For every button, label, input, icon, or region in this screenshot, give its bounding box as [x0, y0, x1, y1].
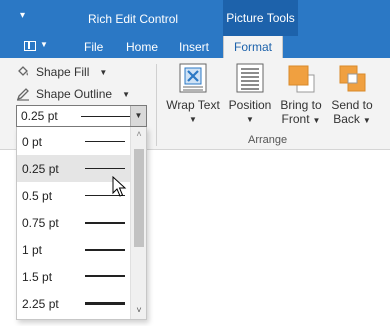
- tab-file[interactable]: File: [84, 36, 103, 58]
- pencil-icon: [16, 88, 29, 101]
- wrap-text-label: Wrap Text: [166, 98, 220, 112]
- wrap-text-button[interactable]: Wrap Text ▼: [166, 62, 220, 127]
- title-bar: ▾ Rich Edit Control Picture Tools: [0, 0, 390, 36]
- chevron-down-icon: ▼: [362, 116, 371, 125]
- chevron-down-icon: ▼: [40, 40, 48, 49]
- outline-weight-option-label: 0.5 pt: [22, 189, 53, 203]
- send-to-back-label-line1: Send to: [331, 98, 373, 112]
- arrange-group-label: Arrange: [248, 134, 288, 146]
- send-to-back-label-line2: Back: [333, 112, 360, 126]
- outline-weight-option-label: 0.75 pt: [22, 216, 59, 230]
- bring-to-front-label-line1: Bring to: [280, 98, 322, 112]
- outline-weight-option-line: [85, 222, 125, 224]
- shape-outline-button[interactable]: Shape Outline ▼: [16, 85, 130, 103]
- outline-weight-option-line: [85, 168, 125, 169]
- scroll-down-icon[interactable]: ˅: [131, 305, 147, 317]
- ribbon-tabs: ▼ File Home Insert Format: [0, 36, 390, 58]
- outline-weight-option-label: 2.25 pt: [22, 297, 59, 311]
- tab-insert[interactable]: Insert: [179, 36, 209, 58]
- outline-weight-value: 0.25 pt: [21, 109, 58, 123]
- outline-weight-option[interactable]: 1.5 pt: [17, 263, 130, 290]
- outline-weight-combo[interactable]: 0.25 pt ▼: [16, 105, 147, 127]
- position-icon: [234, 62, 266, 94]
- mouse-pointer-icon: [112, 176, 127, 197]
- quick-access-dropdown-icon[interactable]: ▾: [20, 10, 25, 21]
- scrollbar-thumb[interactable]: [134, 149, 144, 247]
- outline-weight-option-line: [85, 249, 125, 251]
- position-label: Position: [228, 98, 272, 112]
- shape-fill-button[interactable]: Shape Fill ▼: [16, 63, 107, 81]
- send-to-back-icon: [336, 62, 368, 94]
- outline-weight-option-line: [85, 141, 125, 142]
- chevron-down-icon: ▼: [99, 68, 108, 77]
- outline-weight-option[interactable]: 0.75 pt: [17, 209, 130, 236]
- document-menu-icon: [24, 41, 36, 51]
- bring-to-front-label-line2: Front: [281, 112, 310, 126]
- chevron-down-icon[interactable]: ▼: [130, 106, 146, 126]
- position-button[interactable]: Position ▼: [228, 62, 272, 127]
- outline-weight-option-label: 1.5 pt: [22, 270, 53, 284]
- chevron-down-icon: ▼: [122, 90, 130, 99]
- send-to-back-button[interactable]: Send to Back ▼: [329, 62, 375, 128]
- shape-outline-label: Shape Outline: [36, 87, 113, 101]
- outline-weight-option-label: 1 pt: [22, 243, 43, 257]
- outline-weight-option[interactable]: 0 pt: [17, 128, 130, 155]
- outline-weight-option[interactable]: 2.25 pt: [17, 290, 130, 317]
- tab-home[interactable]: Home: [126, 36, 158, 58]
- outline-weight-dropdown: 0 pt 0.25 pt 0.5 pt 0.75 pt 1 pt 1.5 pt 2.25 p…: [16, 127, 147, 320]
- outline-weight-option-label: 0 pt: [22, 135, 43, 149]
- tab-format[interactable]: Format: [223, 36, 283, 58]
- shape-fill-label: Shape Fill: [36, 65, 90, 79]
- outline-weight-option-label: 0.25 pt: [22, 162, 59, 176]
- chevron-down-icon: ▼: [312, 116, 321, 125]
- outline-weight-option-line: [85, 302, 125, 305]
- chevron-down-icon: ▼: [246, 115, 254, 124]
- outline-weight-sample-line: [81, 116, 131, 117]
- document-menu-button[interactable]: ▼: [22, 39, 50, 55]
- bring-to-front-button[interactable]: Bring to Front ▼: [278, 62, 324, 128]
- outline-weight-option[interactable]: 1 pt: [17, 236, 130, 263]
- bring-to-front-icon: [285, 62, 317, 94]
- group-separator: [156, 64, 157, 146]
- dropdown-scrollbar[interactable]: ˄ ˅: [130, 127, 146, 319]
- app-title: Rich Edit Control: [88, 12, 179, 26]
- chevron-down-icon: ▼: [189, 115, 197, 124]
- scroll-up-icon[interactable]: ˄: [131, 129, 147, 141]
- wrap-text-icon: [177, 62, 209, 94]
- picture-tools-context-header: Picture Tools: [223, 0, 298, 36]
- paint-bucket-icon: [18, 66, 28, 76]
- outline-weight-option-line: [85, 275, 125, 277]
